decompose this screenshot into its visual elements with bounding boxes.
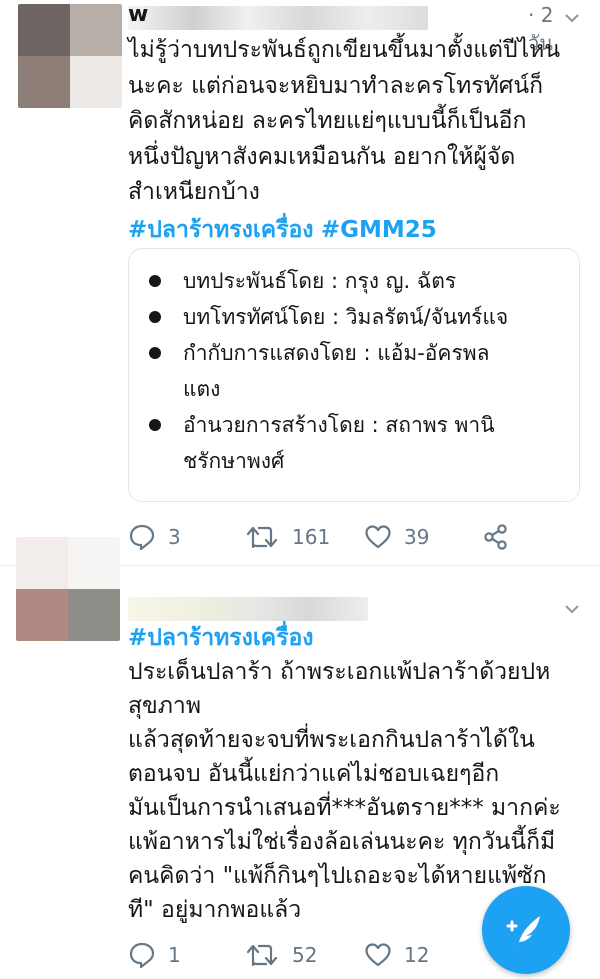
list-item: บทโทรทัศน์โดย : วิมลรัตน์/จันทร์แจ bbox=[148, 299, 509, 335]
compose-tweet-icon bbox=[506, 916, 540, 946]
tweet-header bbox=[128, 593, 580, 623]
reply-button[interactable]: 1 bbox=[128, 940, 181, 970]
retweet-icon bbox=[246, 526, 278, 549]
reply-icon bbox=[129, 524, 155, 551]
share-button[interactable] bbox=[482, 522, 510, 552]
text-line: แพ้อาหารไม่ใช่เรื่องล้อเล่นนะคะ ทุกวันนี… bbox=[128, 829, 556, 855]
like-button[interactable]: 12 bbox=[364, 940, 429, 970]
heart-icon bbox=[365, 943, 391, 967]
list-item: กำกับการแสดงโดย : แอ้ม-อัครพล แตง bbox=[148, 335, 508, 407]
like-count: 12 bbox=[404, 943, 430, 967]
text-line: มันเป็นการนำเสนอที่***อันตราย*** มากค่ะ bbox=[128, 795, 561, 821]
credit-text-continued: ชรักษาพงศ์ bbox=[183, 449, 285, 473]
avatar[interactable] bbox=[18, 4, 122, 108]
text-line: นะคะ แต่ก่อนจะหยิบมาทำละครโทรทัศน์ก็ bbox=[128, 72, 544, 99]
hashtag-link[interactable]: #ปลาร้าทรงเครื่อง bbox=[128, 217, 314, 243]
retweet-button[interactable]: 52 bbox=[246, 940, 317, 970]
reply-count: 1 bbox=[168, 943, 181, 967]
compose-tweet-button[interactable] bbox=[482, 886, 570, 974]
credit-text: อำนวยการสร้างโดย : สถาพร พานิ bbox=[183, 413, 495, 437]
tweet-text: #ปลาร้าทรงเครื่อง ประเด็นปลาร้า ถ้าพระเอ… bbox=[128, 621, 586, 927]
chevron-down-icon[interactable] bbox=[564, 601, 580, 617]
credit-text: บทประพันธ์โดย : กรุง ญ. ฉัตร bbox=[183, 269, 457, 293]
text-line: ประเด็นปลาร้า ถ้าพระเอกแพ้ปลาร้าด้วยปห bbox=[128, 659, 551, 685]
credit-text-continued: แตง bbox=[183, 377, 221, 401]
like-button[interactable]: 39 bbox=[364, 522, 429, 552]
tweet-actions: 3 161 39 bbox=[128, 522, 568, 552]
retweet-button[interactable]: 161 bbox=[246, 522, 330, 552]
retweet-icon bbox=[246, 944, 278, 967]
retweet-count: 161 bbox=[292, 525, 331, 549]
heart-icon bbox=[365, 525, 391, 549]
text-line: หนึ่งปัญหาสังคมเหมือนกัน อยากให้ผู้จัด bbox=[128, 143, 516, 170]
tweet-header: w · 2 วัน bbox=[128, 2, 580, 55]
text-line: ตอนจบ อันนี้แย่กว่าแค่ไม่ชอบเฉยๆอีก bbox=[128, 761, 500, 787]
credit-text: บทโทรทัศน์โดย : วิมลรัตน์/จันทร์แจ bbox=[183, 305, 509, 329]
text-line: แล้วสุดท้ายจะจบที่พระเอกกินปลาร้าได้ใน bbox=[128, 727, 535, 753]
reply-count: 3 bbox=[168, 525, 181, 549]
text-line: สำเหนียกบ้าง bbox=[128, 179, 260, 205]
credit-text: กำกับการแสดงโดย : แอ้ม-อัครพล bbox=[183, 341, 490, 365]
attached-image-card[interactable]: บทประพันธ์โดย : กรุง ญ. ฉัตร บทโทรทัศน์โ… bbox=[128, 248, 580, 502]
author-name-blurred[interactable] bbox=[128, 6, 428, 30]
like-count: 39 bbox=[404, 525, 430, 549]
list-item: อำนวยการสร้างโดย : สถาพร พานิชรักษาพงศ์ bbox=[148, 407, 508, 479]
credits-list: บทประพันธ์โดย : กรุง ญ. ฉัตร บทโทรทัศน์โ… bbox=[148, 263, 509, 479]
tweet-1[interactable]: w · 2 วัน ไม่รู้ว่าบทประพันธ์ถูกเขียนขึ้… bbox=[0, 0, 600, 566]
text-line: ไม่รู้ว่าบทประพันธ์ถูกเขียนขึ้นมาตั้งแต่… bbox=[128, 37, 561, 63]
tweet-text: ไม่รู้ว่าบทประพันธ์ถูกเขียนขึ้นมาตั้งแต่… bbox=[128, 33, 586, 248]
text-line: คิดสักหน่อย ละครไทยแย่ๆแบบนี้ก็เป็นอีก bbox=[128, 108, 527, 134]
chevron-down-icon[interactable] bbox=[564, 10, 580, 26]
avatar[interactable] bbox=[16, 537, 120, 641]
reply-button[interactable]: 3 bbox=[128, 522, 181, 552]
reply-icon bbox=[129, 942, 155, 969]
author-name-visible[interactable]: w bbox=[128, 2, 148, 27]
hashtag-link[interactable]: #ปลาร้าทรงเครื่อง bbox=[128, 625, 314, 651]
list-item: บทประพันธ์โดย : กรุง ญ. ฉัตร bbox=[148, 263, 508, 299]
retweet-count: 52 bbox=[292, 943, 318, 967]
share-icon bbox=[484, 524, 507, 550]
author-name-blurred[interactable] bbox=[128, 597, 368, 621]
text-line: สุขภาพ bbox=[128, 693, 201, 719]
hashtag-link[interactable]: #GMM25 bbox=[321, 217, 437, 243]
